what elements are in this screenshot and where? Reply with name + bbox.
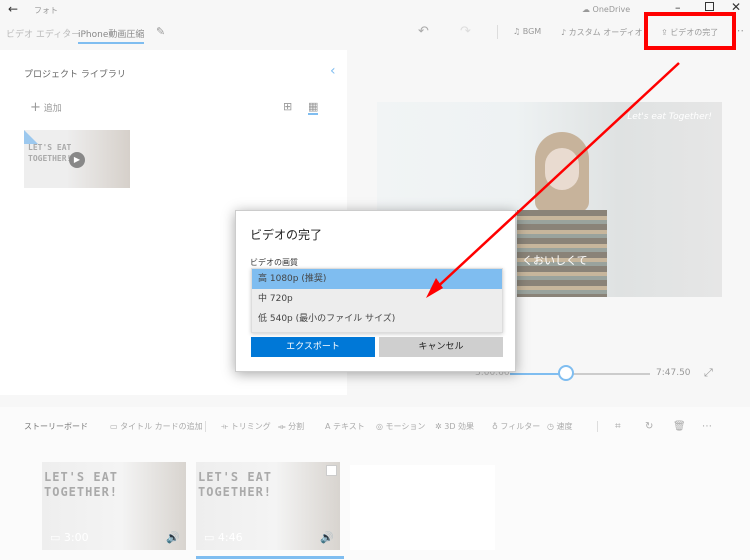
arrow-line (431, 62, 680, 293)
arrow-head (426, 278, 443, 298)
annotation-arrow (426, 62, 680, 298)
